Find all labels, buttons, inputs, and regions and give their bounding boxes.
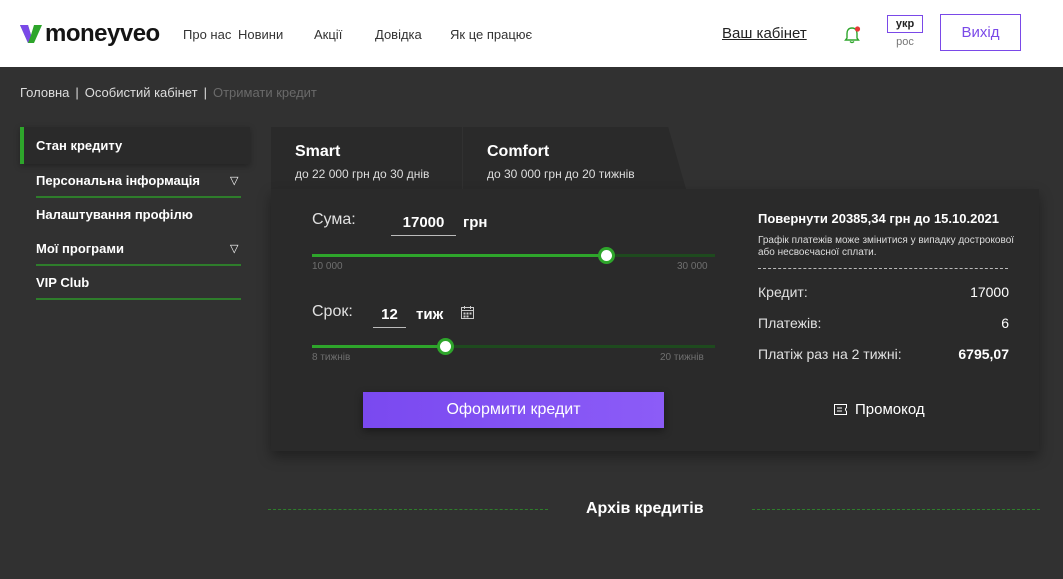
term-input[interactable]: 12 — [373, 306, 406, 328]
nav-promotions[interactable]: Акції — [314, 27, 342, 42]
summary-title: Повернути 20385,34 грн до 15.10.2021 — [758, 211, 1000, 226]
tab-smart[interactable]: Smart до 22 000 грн до 30 днів — [271, 127, 462, 189]
amount-slider-handle[interactable] — [598, 247, 615, 264]
term-max-label: 20 тижнів — [660, 352, 704, 363]
archive-divider-right — [752, 509, 1040, 510]
promo-code-button[interactable]: Промокод — [834, 401, 925, 418]
promo-code-label: Промокод — [855, 401, 925, 418]
summary-row-value: 6 — [1001, 315, 1009, 331]
sidebar-item-profile-settings[interactable]: Налаштування профілю — [20, 198, 250, 232]
amount-slider[interactable] — [312, 247, 715, 264]
header: moneyveo Про нас Новини Акції Довідка Як… — [0, 0, 1063, 67]
nav-help[interactable]: Довідка — [375, 27, 422, 42]
calculator-panel: Сума: 17000 грн 10 000 30 000 Срок: 12 т… — [271, 189, 1039, 451]
tab-comfort[interactable]: Comfort до 30 000 грн до 20 тижнів — [463, 127, 686, 189]
cabinet-link[interactable]: Ваш кабінет — [722, 25, 807, 42]
chevron-down-icon: ▽ — [230, 175, 239, 187]
logo[interactable]: moneyveo — [20, 19, 160, 49]
chevron-down-icon: ▽ — [230, 243, 239, 255]
summary-divider — [758, 268, 1008, 269]
sidebar-item-vip-club[interactable]: VIP Club — [20, 266, 250, 300]
ticket-icon — [834, 404, 847, 415]
sidebar-item-label: Мої програми — [36, 241, 124, 256]
breadcrumb-cabinet[interactable]: Особистий кабінет — [85, 85, 198, 100]
sidebar-item-my-programs[interactable]: Мої програми ▽ — [20, 232, 250, 266]
lang-rus[interactable]: рос — [887, 36, 923, 48]
term-unit: тиж — [416, 306, 444, 323]
amount-slider-fill — [312, 254, 606, 257]
breadcrumb-home[interactable]: Головна — [20, 85, 69, 100]
term-label: Срок: — [312, 303, 353, 320]
amount-label: Сума: — [312, 211, 356, 228]
amount-input[interactable]: 17000 — [391, 214, 456, 236]
term-slider[interactable] — [312, 338, 715, 355]
logout-button[interactable]: Вихід — [940, 14, 1021, 51]
summary-row-label: Платежів: — [758, 315, 822, 331]
breadcrumb-separator: | — [203, 85, 207, 100]
sidebar-item-credit-status[interactable]: Стан кредиту — [20, 127, 250, 164]
summary-row-value: 6795,07 — [958, 346, 1009, 362]
sidebar-item-label: Стан кредиту — [36, 138, 123, 153]
tab-subtitle: до 22 000 грн до 30 днів — [295, 167, 430, 181]
summary-row-label: Платіж раз на 2 тижні: — [758, 346, 902, 362]
lang-ukr[interactable]: укр — [887, 15, 923, 33]
archive-title[interactable]: Архів кредитів — [586, 500, 704, 518]
nav-about[interactable]: Про нас — [183, 27, 231, 42]
term-min-label: 8 тижнів — [312, 352, 351, 363]
nav-news[interactable]: Новини — [238, 27, 283, 42]
tab-title: Smart — [295, 143, 341, 160]
nav-how-it-works[interactable]: Як це працює — [450, 27, 532, 42]
tab-title: Comfort — [487, 143, 550, 160]
sidebar-divider — [36, 298, 241, 300]
archive-divider-left — [268, 509, 548, 510]
term-slider-handle[interactable] — [437, 338, 454, 355]
summary-row-value: 17000 — [970, 284, 1009, 300]
amount-min-label: 10 000 — [312, 261, 343, 272]
sidebar-item-personal-info[interactable]: Персональна інформація ▽ — [20, 164, 250, 198]
sidebar: Стан кредиту Персональна інформація ▽ На… — [20, 127, 250, 300]
term-slider-fill — [312, 345, 445, 348]
breadcrumb: Головна | Особистий кабінет | Отримати креди… — [20, 85, 317, 100]
amount-unit: грн — [463, 214, 488, 231]
apply-credit-button[interactable]: Оформити кредит — [363, 392, 664, 428]
sidebar-item-label: Персональна інформація — [36, 173, 200, 188]
tab-subtitle: до 30 000 грн до 20 тижнів — [487, 167, 635, 181]
logo-text: moneyveo — [45, 20, 160, 47]
summary-row-label: Кредит: — [758, 284, 808, 300]
sidebar-item-label: Налаштування профілю — [36, 207, 193, 222]
logo-v-icon — [20, 25, 42, 43]
amount-max-label: 30 000 — [677, 261, 708, 272]
sidebar-item-label: VIP Club — [36, 275, 90, 290]
breadcrumb-separator: | — [75, 85, 79, 100]
bell-icon[interactable] — [842, 25, 862, 45]
summary-note: Графік платежів може змінитися у випадку… — [758, 235, 1015, 258]
calendar-icon[interactable] — [461, 306, 474, 319]
breadcrumb-current: Отримати кредит — [212, 85, 317, 100]
